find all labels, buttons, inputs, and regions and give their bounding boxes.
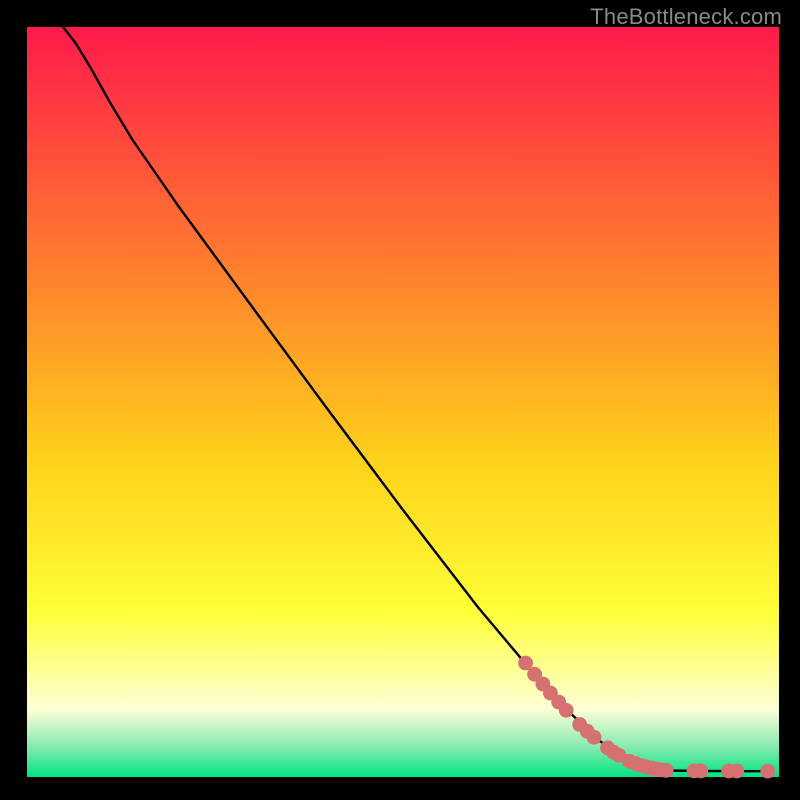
bottleneck-chart	[0, 0, 800, 800]
scatter-dot	[693, 764, 708, 779]
scatter-dot	[559, 703, 574, 718]
scatter-dot	[587, 730, 602, 745]
scatter-dot	[659, 763, 674, 778]
chart-frame: { "watermark": "TheBottleneck.com", "col…	[0, 0, 800, 800]
scatter-dot	[760, 764, 775, 779]
scatter-dot	[729, 764, 744, 779]
watermark-text: TheBottleneck.com	[590, 4, 782, 30]
plot-background	[27, 27, 779, 777]
